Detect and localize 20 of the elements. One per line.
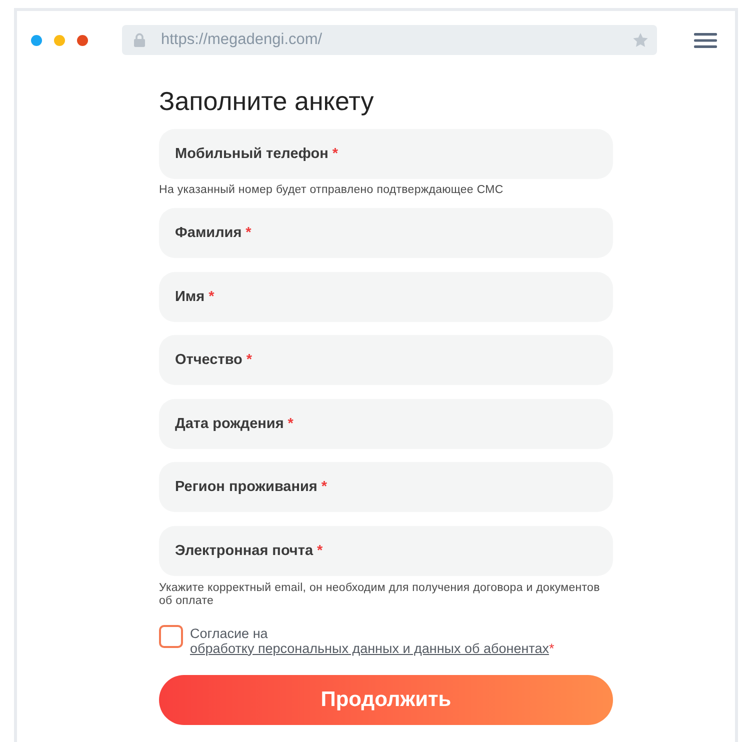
checkbox[interactable] [159, 624, 183, 648]
star-icon[interactable] [633, 33, 648, 47]
consent-link[interactable]: обработку персональных данных и данных об абонентах [190, 640, 549, 656]
input-field[interactable]: Дата рождения * [159, 398, 613, 448]
input-field[interactable]: Мобильный телефон * [159, 129, 613, 179]
window-control-icon[interactable] [31, 34, 42, 46]
consent-text: Согласие на обработку персональных данных и данных об абонентах* [190, 626, 556, 656]
input-field[interactable]: Отчество * [159, 335, 613, 385]
input-field[interactable]: Имя * [159, 272, 613, 322]
lock-icon [133, 33, 146, 47]
field-hint: Укажите корректный email, он необходим для получения договора и документов об оплате [159, 582, 601, 608]
window-control-icon[interactable] [77, 34, 88, 46]
input-field[interactable]: Электронная почта * [159, 526, 613, 576]
form-title: Заполните анкету [159, 86, 375, 116]
input-field[interactable]: Фамилия * [159, 208, 613, 258]
url-text: https://megadengi.com/ [161, 31, 324, 49]
menu-icon[interactable] [694, 32, 717, 48]
window-control-icon[interactable] [54, 34, 65, 46]
field-hint: На указанный номер будет отправлено подтверждающее СМС [159, 184, 504, 197]
input-field[interactable]: Регион проживания * [159, 462, 613, 512]
